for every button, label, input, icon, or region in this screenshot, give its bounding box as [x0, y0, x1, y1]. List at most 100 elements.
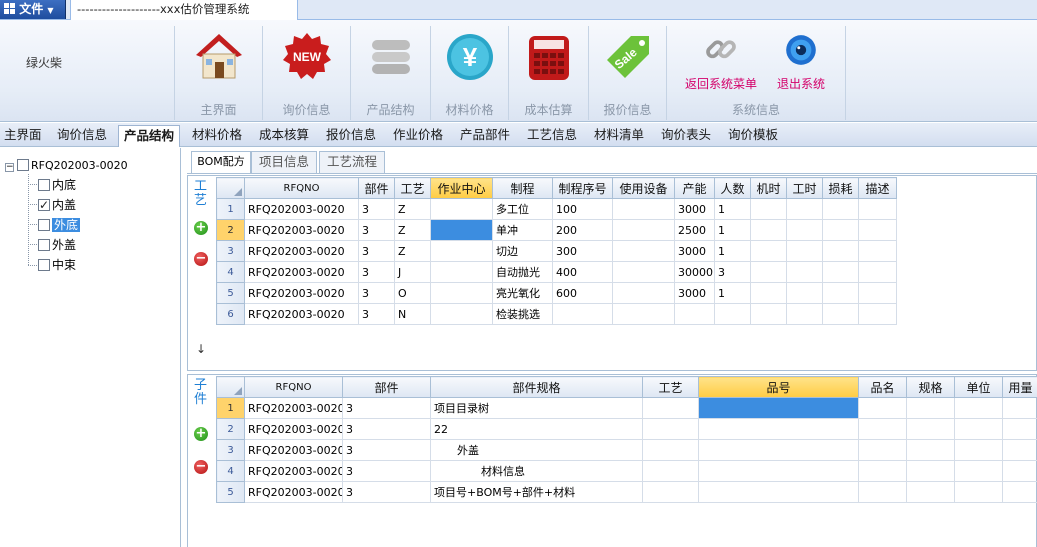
row-number[interactable]: 3 — [216, 240, 245, 262]
grid-cell[interactable]: 600 — [552, 282, 613, 304]
grid-cell[interactable] — [858, 397, 907, 419]
grid-cell[interactable]: 单冲 — [492, 219, 553, 241]
material-price-button[interactable]: ¥ — [443, 30, 497, 87]
grid-cell[interactable]: RFQ202003-0020 — [244, 198, 359, 220]
grid-cell[interactable] — [906, 418, 955, 440]
arrow-down-icon[interactable]: ↓ — [196, 342, 206, 356]
grid-cell[interactable]: 1 — [714, 198, 751, 220]
grid-cell[interactable]: RFQ202003-0020 — [244, 481, 343, 503]
grid-cell[interactable]: 3 — [358, 261, 395, 283]
table-row[interactable]: 1 RFQ202003-0020 3 Z 多工位 100 3000 1 — [216, 198, 897, 220]
tree-node-checkbox[interactable] — [38, 219, 50, 231]
tab-process-flow[interactable]: 工艺流程 — [319, 151, 385, 173]
grid-cell[interactable] — [822, 303, 859, 325]
grid-cell[interactable] — [822, 219, 859, 241]
grid-cell[interactable] — [1002, 481, 1037, 503]
column-header[interactable]: 使用设备 — [612, 177, 675, 199]
grid-cell[interactable]: RFQ202003-0020 — [244, 418, 343, 440]
grid-cell[interactable] — [858, 439, 907, 461]
grid-cell[interactable]: 多工位 — [492, 198, 553, 220]
menu-item-inquiry-template[interactable]: 询价模板 — [728, 125, 778, 145]
column-header[interactable]: 部件 — [358, 177, 395, 199]
tree-node-checkbox[interactable] — [38, 239, 50, 251]
grid-cell[interactable] — [906, 481, 955, 503]
home-button[interactable] — [192, 30, 246, 87]
grid-cell[interactable] — [858, 460, 907, 482]
inquiry-button[interactable]: NEW — [280, 30, 334, 87]
grid-cell[interactable]: 3 — [714, 261, 751, 283]
table-row[interactable]: 3 RFQ202003-0020 3 Z 切边 300 3000 1 — [216, 240, 897, 262]
row-number[interactable]: 1 — [216, 198, 245, 220]
quote-button[interactable]: Sale — [601, 30, 655, 87]
grid-cell[interactable]: 项目号+BOM号+部件+材料 — [430, 481, 643, 503]
file-menu-button[interactable]: 文件 ▼ — [0, 0, 66, 19]
grid-cell[interactable] — [786, 261, 823, 283]
grid-cell[interactable]: 亮光氧化 — [492, 282, 553, 304]
menu-item-inquiry-header[interactable]: 询价表头 — [661, 125, 711, 145]
column-header[interactable]: 工时 — [786, 177, 823, 199]
menu-item-material-price[interactable]: 材料价格 — [192, 125, 242, 145]
grid-cell[interactable]: Z — [394, 219, 431, 241]
menu-item-material-list[interactable]: 材料清单 — [594, 125, 644, 145]
grid-cell[interactable]: 3000 — [674, 282, 715, 304]
grid-cell[interactable]: 3 — [358, 282, 395, 304]
grid-cell[interactable] — [858, 198, 897, 220]
grid-cell[interactable]: RFQ202003-0020 — [244, 397, 343, 419]
delete-part-button[interactable]: − — [194, 460, 208, 474]
grid-cell[interactable] — [430, 282, 493, 304]
table-row[interactable]: 4 RFQ202003-0020 3 材料信息 — [216, 460, 1037, 482]
column-header[interactable]: 描述 — [858, 177, 897, 199]
grid-cell[interactable]: 3 — [342, 481, 431, 503]
collapse-icon[interactable]: − — [5, 163, 14, 172]
grid-cell[interactable] — [750, 198, 787, 220]
grid-cell[interactable]: 3000 — [674, 240, 715, 262]
tab-bom[interactable]: BOM配方 — [191, 151, 251, 173]
column-header[interactable]: RFQNO — [244, 177, 359, 199]
grid-cell[interactable]: 自动抛光 — [492, 261, 553, 283]
grid-cell[interactable] — [786, 198, 823, 220]
grid-cell[interactable] — [822, 261, 859, 283]
grid-cell[interactable] — [858, 303, 897, 325]
table-row[interactable]: 6 RFQ202003-0020 3 N 检装挑选 — [216, 303, 897, 325]
grid-cell[interactable] — [714, 303, 751, 325]
grid-cell[interactable] — [698, 418, 859, 440]
grid-cell[interactable]: 30000 — [674, 261, 715, 283]
grid-cell[interactable]: RFQ202003-0020 — [244, 282, 359, 304]
grid-cell[interactable]: 3 — [342, 397, 431, 419]
grid-cell[interactable] — [906, 460, 955, 482]
grid-cell[interactable] — [858, 261, 897, 283]
grid-cell[interactable]: Z — [394, 198, 431, 220]
column-header[interactable]: 工艺 — [642, 376, 699, 398]
grid-cell[interactable] — [642, 397, 699, 419]
grid-cell[interactable] — [858, 282, 897, 304]
grid-cell[interactable] — [612, 303, 675, 325]
grid-cell[interactable] — [786, 303, 823, 325]
grid-cell[interactable] — [698, 397, 859, 419]
table-row[interactable]: 2 RFQ202003-0020 3 Z 单冲 200 2500 1 — [216, 219, 897, 241]
row-number[interactable]: 5 — [216, 481, 245, 503]
grid-cell[interactable] — [954, 439, 1003, 461]
tree-node-outer-lid[interactable]: 外盖 — [38, 236, 76, 254]
table-row[interactable]: 1 RFQ202003-0020 3 项目目录树 — [216, 397, 1037, 419]
grid-cell[interactable]: O — [394, 282, 431, 304]
cost-estimate-button[interactable] — [522, 30, 576, 87]
grid-cell[interactable] — [612, 219, 675, 241]
grid-cell[interactable]: 3 — [342, 460, 431, 482]
column-header[interactable]: RFQNO — [244, 376, 343, 398]
grid-cell[interactable] — [1002, 418, 1037, 440]
tree-node-outer-bottom[interactable]: 外底 — [38, 216, 81, 234]
menu-item-product-parts[interactable]: 产品部件 — [460, 125, 510, 145]
grid-cell[interactable]: RFQ202003-0020 — [244, 303, 359, 325]
grid-cell[interactable] — [612, 240, 675, 262]
grid-cell[interactable]: 外盖 — [430, 439, 643, 461]
grid-cell[interactable] — [430, 261, 493, 283]
grid-cell[interactable] — [430, 303, 493, 325]
grid-cell[interactable]: RFQ202003-0020 — [244, 439, 343, 461]
tree-root[interactable]: − RFQ202003-0020 — [5, 156, 128, 174]
tree-node-checkbox[interactable] — [38, 179, 50, 191]
grid-cell[interactable]: 材料信息 — [430, 460, 643, 482]
row-number[interactable]: 2 — [216, 219, 245, 241]
menu-item-home[interactable]: 主界面 — [4, 125, 42, 145]
grid-cell[interactable]: 切边 — [492, 240, 553, 262]
column-header[interactable]: 部件 — [342, 376, 431, 398]
